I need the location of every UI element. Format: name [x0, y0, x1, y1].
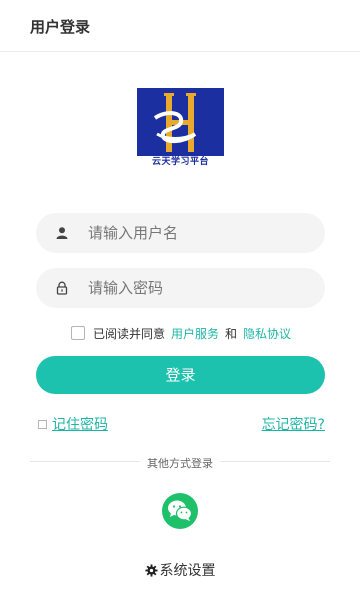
wechat-icon [168, 500, 193, 521]
privacy-policy-link[interactable]: 隐私协议 [243, 325, 291, 342]
user-icon [56, 227, 68, 239]
user-service-link[interactable]: 用户服务 [171, 325, 219, 342]
username-field[interactable] [36, 213, 325, 253]
gear-icon [144, 564, 158, 577]
logo-emblem [137, 88, 224, 156]
app-logo: 云天学习平台 [137, 88, 224, 168]
system-settings-link[interactable]: 系统设置 [0, 560, 360, 580]
wechat-login-button[interactable] [162, 493, 198, 529]
agreement-row: 已阅读并同意 用户服务 和 隐私协议 [71, 324, 291, 342]
system-settings-label[interactable]: 系统设置 [160, 563, 216, 579]
other-login-divider: 其他方式登录 [0, 455, 360, 471]
lock-icon [56, 281, 68, 295]
other-login-label: 其他方式登录 [139, 457, 221, 470]
password-field[interactable] [36, 268, 325, 308]
remember-password[interactable]: 记住密码 [38, 414, 108, 434]
remember-checkbox[interactable] [38, 419, 47, 429]
remember-password-label[interactable]: 记住密码 [52, 414, 108, 434]
page-title: 用户登录 [30, 18, 91, 36]
forgot-password-link[interactable]: 忘记密码? [262, 414, 325, 434]
agreement-and: 和 [225, 326, 238, 341]
login-button[interactable]: 登录 [36, 356, 325, 394]
password-input[interactable] [88, 268, 313, 308]
username-input[interactable] [88, 213, 313, 253]
logo-caption: 云天学习平台 [137, 156, 224, 168]
agreement-text: 已阅读并同意 [93, 326, 166, 341]
agreement-checkbox[interactable] [71, 326, 85, 340]
header-bar: 用户登录 [0, 0, 360, 52]
